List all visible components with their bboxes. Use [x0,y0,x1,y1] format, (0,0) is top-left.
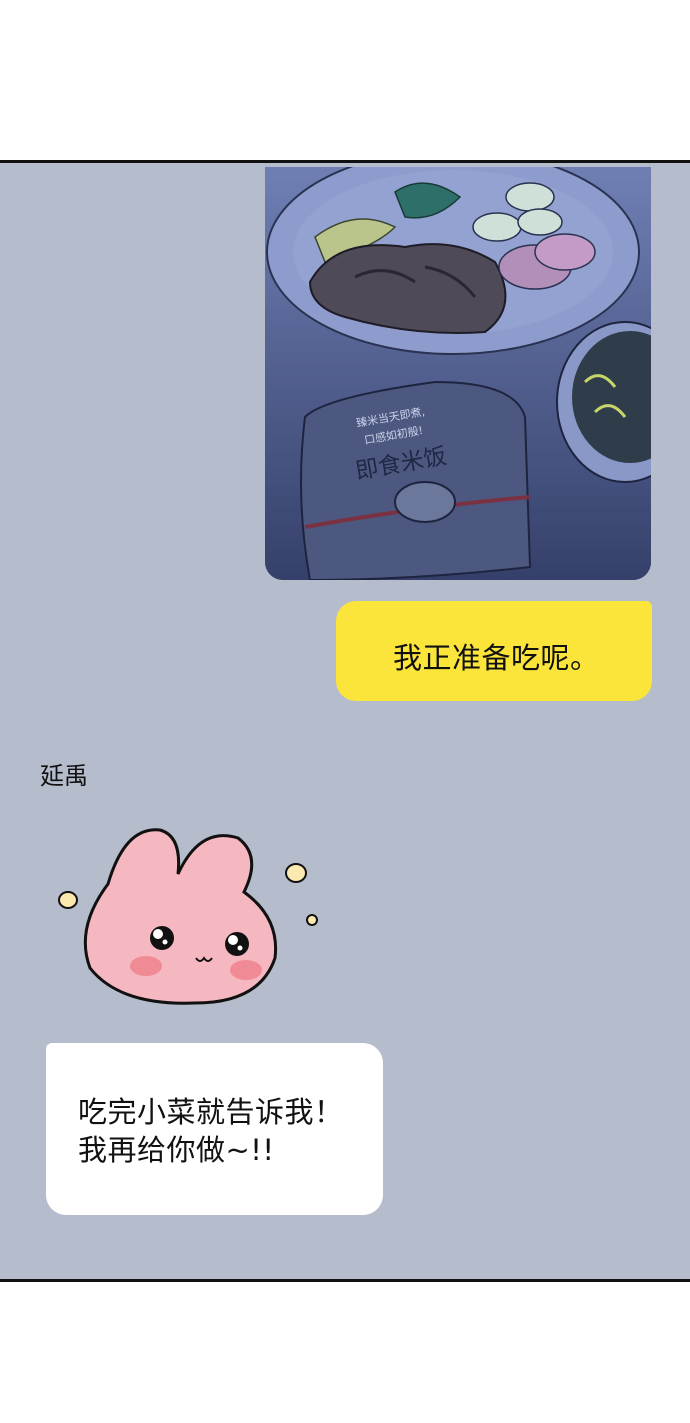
food-photo-message[interactable]: 臻米当天即煮, 口感如初般! 即食米饭 [265,167,651,580]
bunny-sticker[interactable] [50,818,340,1018]
bunny-icon [58,828,318,1005]
incoming-message-bubble[interactable]: 吃完小菜就告诉我！ 我再给你做~!! [46,1043,383,1215]
food-photo-illustration: 臻米当天即煮, 口感如初般! 即食米饭 [265,167,651,580]
chat-panel: 臻米当天即煮, 口感如初般! 即食米饭 我正准备吃呢。 延禹 吃完小菜就告诉我！… [0,160,690,1282]
sender-name: 延禹 [40,762,88,790]
outgoing-message-bubble[interactable]: 我正准备吃呢。 [336,601,652,701]
incoming-line-2: 我再给你做~!! [78,1133,275,1167]
incoming-line-1: 吃完小菜就告诉我！ [78,1095,344,1129]
outgoing-message-text: 我正准备吃呢。 [393,641,600,675]
incoming-message-text: 吃完小菜就告诉我！ 我再给你做~!! [78,1093,344,1169]
